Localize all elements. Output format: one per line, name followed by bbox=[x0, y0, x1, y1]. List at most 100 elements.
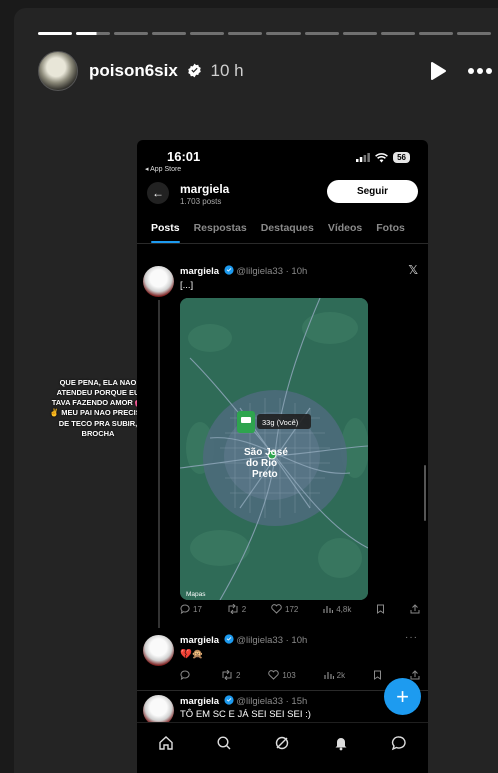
like-button[interactable]: 172 bbox=[271, 604, 298, 614]
views-button[interactable]: 2k bbox=[324, 670, 345, 680]
tweet-author-name[interactable]: margiela bbox=[180, 635, 219, 646]
views-button[interactable]: 4,8k bbox=[323, 604, 351, 614]
reply-icon bbox=[180, 670, 190, 680]
thread-line bbox=[158, 300, 160, 628]
tweet-text: TÔ EM SC E JÁ SEI SEI SEI :) bbox=[180, 709, 311, 720]
notifications-icon[interactable] bbox=[333, 735, 349, 751]
story-progress-segment bbox=[38, 32, 73, 35]
verified-badge-icon bbox=[224, 265, 234, 275]
messages-icon[interactable] bbox=[391, 735, 407, 751]
tweet-actions: 17 2 172 4,8k bbox=[180, 604, 420, 614]
status-bar: 16:01 ◂ App Store 56 bbox=[137, 140, 428, 180]
share-button[interactable] bbox=[410, 670, 420, 680]
retweet-icon bbox=[228, 604, 238, 614]
tweet-avatar[interactable] bbox=[143, 635, 174, 666]
reply-button[interactable] bbox=[180, 670, 193, 680]
tweet-handle-time: @lilgiela33 · 15h bbox=[236, 696, 308, 707]
retweet-count: 2 bbox=[241, 604, 247, 614]
more-icon[interactable] bbox=[467, 67, 493, 75]
map-marker-label: 33g (Você) bbox=[262, 418, 299, 427]
story-progress-segment bbox=[380, 32, 415, 35]
tweet-map-image[interactable]: 33g (Você) São José do Rio Preto Mapas bbox=[180, 298, 368, 600]
views-count: 2k bbox=[336, 670, 346, 680]
story-progress-segment bbox=[114, 32, 149, 35]
story-viewer: poison6six 10 h QUE PENA, ELA NAO ATENDE… bbox=[14, 8, 498, 773]
status-time: 16:01 bbox=[167, 149, 201, 164]
retweet-button[interactable]: 2 bbox=[227, 604, 246, 614]
story-progress-segment bbox=[456, 32, 491, 35]
tweet-handle-time: @lilgiela33 · 10h bbox=[236, 266, 308, 277]
verified-badge-icon bbox=[187, 63, 201, 78]
tab-respostas[interactable]: Respostas bbox=[194, 222, 247, 234]
share-icon bbox=[410, 670, 420, 680]
tweet[interactable]: margiela @lilgiela33 · 10h ··· 💔🙊 2 103 … bbox=[137, 629, 428, 687]
svg-text:Preto: Preto bbox=[252, 469, 278, 480]
search-icon[interactable] bbox=[216, 735, 232, 751]
story-progress-segment bbox=[342, 32, 377, 35]
story-progress-segment bbox=[304, 32, 339, 35]
play-icon[interactable] bbox=[429, 61, 447, 81]
tab-fotos[interactable]: Fotos bbox=[376, 222, 405, 234]
map-brand: Mapas bbox=[186, 591, 206, 598]
tweet[interactable]: margiela @lilgiela33 · 10h 𝕏 [...] 33g (… bbox=[137, 256, 428, 628]
share-button[interactable] bbox=[410, 604, 420, 614]
profile-post-count: 1.703 posts bbox=[180, 197, 222, 206]
bookmark-icon bbox=[377, 604, 385, 614]
tweet-text: [...] bbox=[180, 280, 194, 291]
scrollbar[interactable] bbox=[424, 465, 426, 521]
reply-icon bbox=[180, 604, 190, 614]
retweet-icon bbox=[222, 670, 232, 680]
story-progress-segment bbox=[266, 32, 301, 35]
verified-badge-icon bbox=[224, 634, 234, 644]
tweet-screenshot: 16:01 ◂ App Store 56 ← margiela 1.703 po… bbox=[137, 140, 428, 773]
bookmark-button[interactable] bbox=[373, 670, 382, 680]
story-avatar[interactable] bbox=[38, 51, 78, 91]
profile-tabs: Posts Respostas Destaques Vídeos Fotos bbox=[137, 212, 428, 244]
profile-name: margiela bbox=[180, 182, 230, 196]
tweet-text: 💔🙊 bbox=[180, 649, 204, 660]
story-progress-segment bbox=[418, 32, 453, 35]
story-progress-segment bbox=[228, 32, 263, 35]
compose-button[interactable]: + bbox=[384, 678, 421, 715]
wifi-icon bbox=[375, 152, 389, 162]
story-progress-segment bbox=[76, 32, 111, 35]
like-button[interactable]: 103 bbox=[268, 670, 296, 680]
reply-count: 17 bbox=[193, 604, 202, 614]
story-overlay-text: QUE PENA, ELA NAO ATENDEU PORQUE EU TAVA… bbox=[49, 378, 147, 438]
views-icon bbox=[324, 672, 334, 679]
heart-icon bbox=[268, 670, 280, 680]
battery-indicator: 56 bbox=[393, 152, 410, 163]
tab-videos[interactable]: Vídeos bbox=[328, 222, 362, 234]
bookmark-button[interactable] bbox=[376, 604, 385, 614]
tweet-avatar[interactable] bbox=[143, 266, 174, 297]
retweet-button[interactable]: 2 bbox=[221, 670, 240, 680]
reply-button[interactable]: 17 bbox=[180, 604, 202, 614]
story-progress-segment bbox=[190, 32, 225, 35]
signal-icon bbox=[356, 153, 370, 162]
follow-button[interactable]: Seguir bbox=[327, 180, 418, 203]
views-icon bbox=[323, 606, 334, 613]
tab-posts[interactable]: Posts bbox=[151, 222, 180, 243]
heart-icon bbox=[271, 604, 282, 614]
back-arrow-icon[interactable]: ← bbox=[147, 182, 169, 204]
story-username[interactable]: poison6six bbox=[89, 61, 202, 81]
views-count: 4,8k bbox=[336, 604, 352, 614]
tweet-author-name[interactable]: margiela bbox=[180, 266, 219, 277]
verified-badge-icon bbox=[224, 695, 234, 705]
grok-icon[interactable] bbox=[274, 735, 290, 751]
more-icon[interactable]: ··· bbox=[405, 632, 418, 643]
tweet-actions: 2 103 2k bbox=[180, 670, 420, 680]
home-icon[interactable] bbox=[158, 735, 174, 751]
back-to-app-store: ◂ App Store bbox=[145, 166, 182, 173]
story-progress-segment bbox=[152, 32, 187, 35]
svg-text:São José: São José bbox=[244, 447, 288, 458]
retweet-count: 2 bbox=[235, 670, 241, 680]
tab-destaques[interactable]: Destaques bbox=[261, 222, 314, 234]
tweet-author-name[interactable]: margiela bbox=[180, 696, 219, 707]
bottom-nav bbox=[137, 722, 428, 762]
share-icon bbox=[410, 604, 420, 614]
x-logo-icon: 𝕏 bbox=[408, 263, 418, 277]
story-progress bbox=[38, 32, 491, 35]
like-count: 103 bbox=[282, 670, 296, 680]
like-count: 172 bbox=[285, 604, 299, 614]
